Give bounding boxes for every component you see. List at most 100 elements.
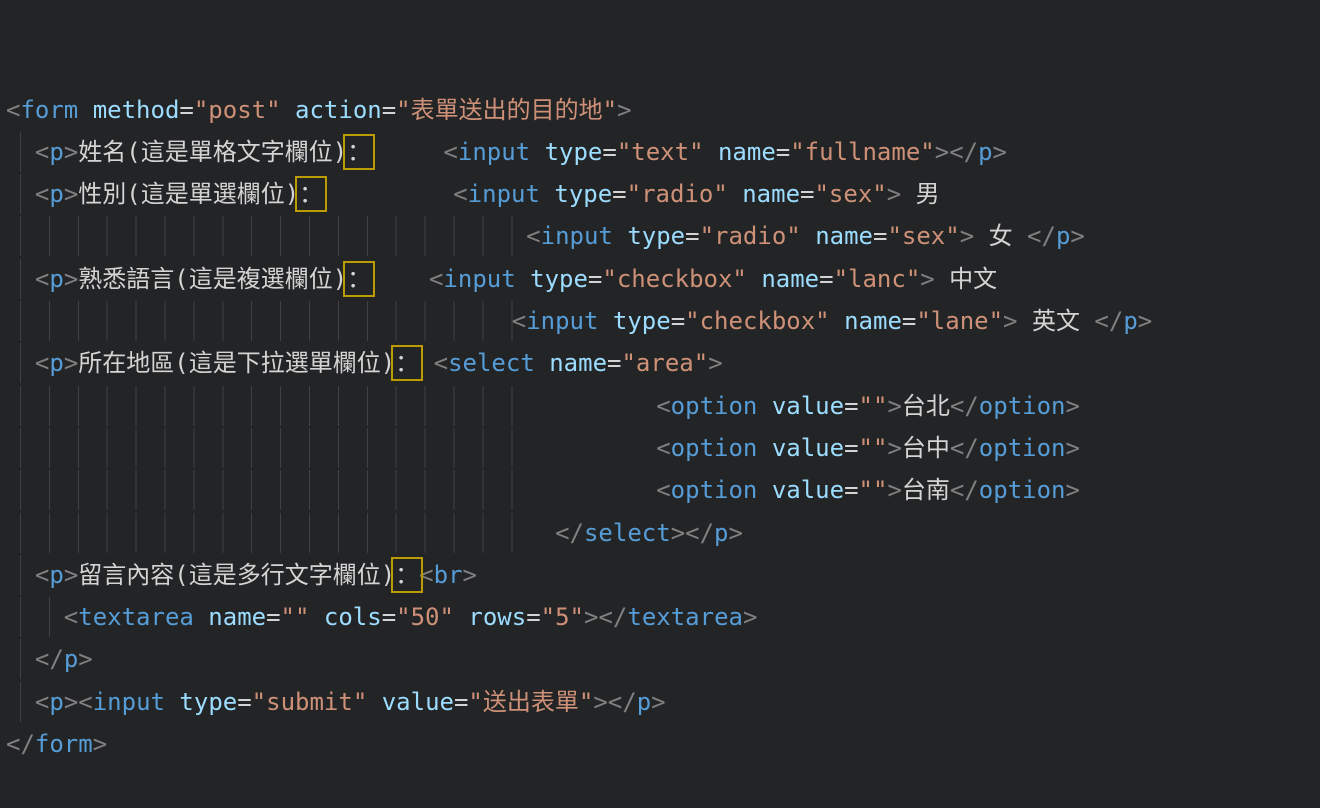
code-line[interactable]: </p> <box>6 638 1320 680</box>
code-token: "表單送出的目的地" <box>396 96 617 124</box>
code-token: 英文 <box>1018 307 1095 335</box>
code-token: "" <box>859 392 888 420</box>
code-token: > <box>64 349 78 377</box>
code-token: = <box>685 222 699 250</box>
code-line[interactable]: <input type="radio" name="sex"> 女 </p> <box>6 215 1320 257</box>
code-line[interactable]: <p>所在地區(這是下拉選單欄位)： <select name="area"> <box>6 342 1320 384</box>
code-token: p <box>637 688 651 716</box>
code-token: < <box>6 96 20 124</box>
code-token: "sex" <box>887 222 959 250</box>
code-token: 台南 <box>902 476 950 504</box>
code-token: value <box>382 688 454 716</box>
code-line[interactable]: <textarea name="" cols="50" rows="5"></t… <box>6 596 1320 638</box>
code-token: input <box>468 180 540 208</box>
code-area[interactable]: <form method="post" action="表單送出的目的地"> <… <box>6 89 1320 766</box>
code-line[interactable]: <option value="">台南</option> <box>6 469 1320 511</box>
code-line[interactable]: </form> <box>6 723 1320 765</box>
code-token <box>530 138 544 166</box>
code-token <box>6 434 656 462</box>
code-token <box>6 603 64 631</box>
code-token: method <box>93 96 180 124</box>
unicode-highlight-box: ： <box>347 138 371 166</box>
code-token: "lane" <box>916 307 1003 335</box>
code-token: > <box>1003 307 1017 335</box>
code-token: 台中 <box>902 434 950 462</box>
code-token <box>367 688 381 716</box>
code-line[interactable]: <option value="">台北</option> <box>6 385 1320 427</box>
code-token <box>6 392 656 420</box>
code-token: "checkbox" <box>685 307 830 335</box>
code-token: "area" <box>621 349 708 377</box>
code-token: action <box>295 96 382 124</box>
code-token <box>757 476 771 504</box>
code-token: 女 <box>974 222 1027 250</box>
code-token: "5" <box>541 603 584 631</box>
code-token: = <box>382 96 396 124</box>
code-token: > <box>993 138 1007 166</box>
code-token: input <box>443 265 515 293</box>
code-token: name <box>761 265 819 293</box>
code-token: "50" <box>396 603 454 631</box>
code-token <box>757 434 771 462</box>
code-token <box>613 222 627 250</box>
code-token: </ <box>608 688 637 716</box>
code-token: </ <box>598 603 627 631</box>
code-token: = <box>612 180 626 208</box>
code-line[interactable]: <p>熟悉語言(這是複選欄位)： <input type="checkbox" … <box>6 258 1320 300</box>
code-token <box>535 349 549 377</box>
code-token: "" <box>281 603 310 631</box>
code-token: </ <box>555 519 584 547</box>
code-token: option <box>979 476 1066 504</box>
code-line[interactable]: <p>姓名(這是單格文字欄位)： <input type="text" name… <box>6 131 1320 173</box>
code-token: "" <box>859 434 888 462</box>
code-line[interactable]: <p>留言內容(這是多行文字欄位)：<br> <box>6 554 1320 596</box>
code-token: = <box>844 392 858 420</box>
code-editor[interactable]: <form method="post" action="表單送出的目的地"> <… <box>0 0 1320 681</box>
code-token: name <box>844 307 902 335</box>
code-line[interactable]: <p>性別(這是單選欄位)： <input type="radio" name=… <box>6 173 1320 215</box>
code-line[interactable]: <option value="">台中</option> <box>6 427 1320 469</box>
code-token <box>6 307 512 335</box>
code-line[interactable]: <form method="post" action="表單送出的目的地"> <box>6 89 1320 131</box>
code-token: 男 <box>901 180 939 208</box>
code-token: > <box>960 222 974 250</box>
code-token: type <box>613 307 671 335</box>
code-line[interactable]: </select></p> <box>6 512 1320 554</box>
code-token <box>801 222 815 250</box>
code-token: < <box>453 180 467 208</box>
code-token: < <box>419 561 433 589</box>
code-line[interactable]: <input type="checkbox" name="lane"> 英文 <… <box>6 300 1320 342</box>
code-token: > <box>935 138 949 166</box>
code-token: = <box>776 138 790 166</box>
code-token: < <box>35 138 49 166</box>
code-token <box>419 349 433 377</box>
code-token: value <box>772 476 844 504</box>
code-token: > <box>463 561 477 589</box>
code-token: 性別(這是單選欄位) <box>78 180 299 208</box>
code-token: = <box>819 265 833 293</box>
code-token: < <box>656 476 670 504</box>
code-token: value <box>772 392 844 420</box>
code-token: = <box>602 138 616 166</box>
code-line[interactable]: <p><input type="submit" value="送出表單"></p… <box>6 681 1320 723</box>
code-token: </ <box>950 392 979 420</box>
code-token: > <box>743 603 757 631</box>
code-token: < <box>35 265 49 293</box>
code-token: name <box>718 138 776 166</box>
code-token <box>6 138 35 166</box>
code-token: = <box>237 688 251 716</box>
code-token: > <box>584 603 598 631</box>
code-token: "fullname" <box>790 138 935 166</box>
code-token: p <box>49 349 63 377</box>
code-token: > <box>887 476 901 504</box>
code-token <box>6 645 35 673</box>
code-token: > <box>64 138 78 166</box>
code-token: = <box>902 307 916 335</box>
code-token: "sex" <box>814 180 886 208</box>
code-token: name <box>549 349 607 377</box>
code-token <box>78 96 92 124</box>
code-token: = <box>179 96 193 124</box>
code-token: > <box>708 349 722 377</box>
code-token <box>6 349 35 377</box>
code-token: < <box>512 307 526 335</box>
